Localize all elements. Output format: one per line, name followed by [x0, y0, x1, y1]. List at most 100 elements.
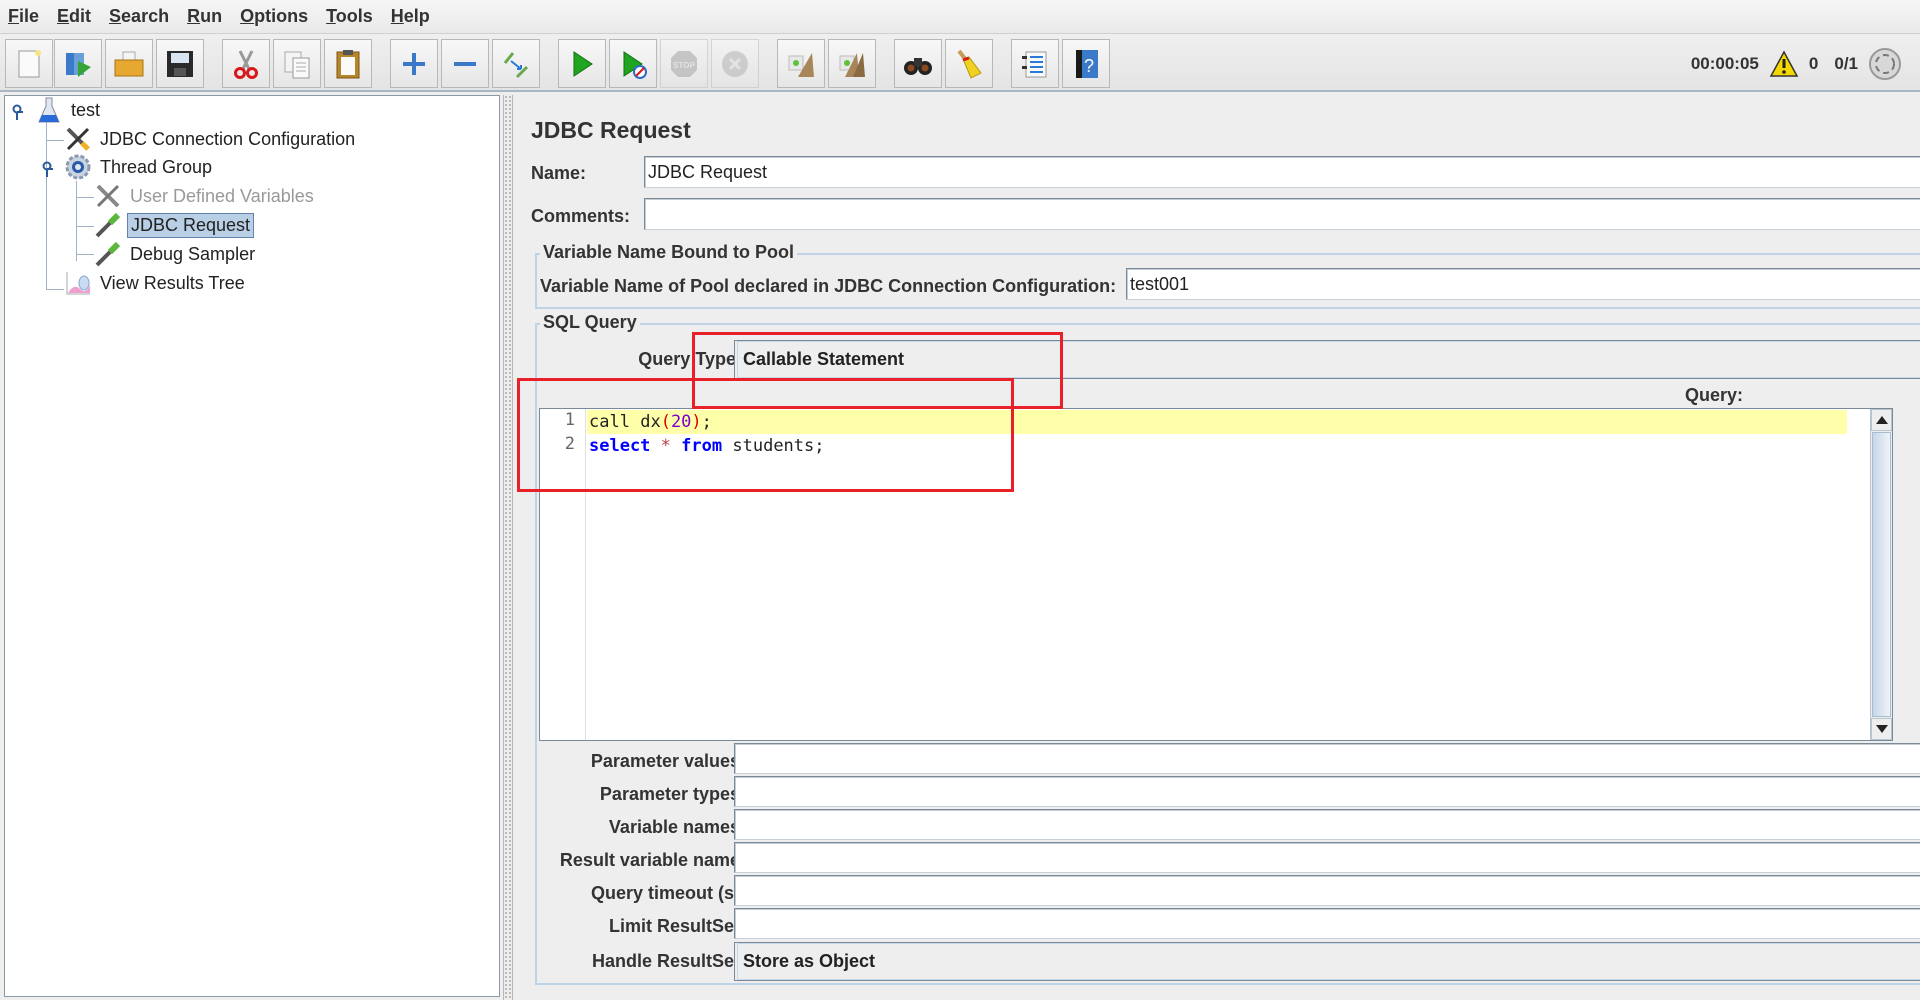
start-button[interactable]: [558, 39, 606, 88]
toggle-button[interactable]: [492, 39, 540, 88]
start-icon: [573, 50, 593, 77]
search-button[interactable]: [894, 39, 942, 88]
open-folder-icon: [114, 51, 144, 76]
help-button[interactable]: ?: [1062, 39, 1110, 88]
editor-vertical-scrollbar[interactable]: [1870, 409, 1892, 740]
menu-options-label: ptions: [254, 6, 309, 26]
tree-node-label: JDBC Connection Configuration: [100, 128, 356, 149]
test-plan-tree[interactable]: test JDBC Connection Configuration Threa…: [4, 95, 500, 997]
parameter-types-label: Parameter types:: [599, 784, 746, 804]
menu-run-mnemonic: R: [187, 6, 201, 26]
menu-tools[interactable]: Tools: [326, 4, 373, 29]
tree-node-user-defined-variables[interactable]: User Defined Variables: [94, 183, 317, 209]
sql-token: students: [732, 436, 815, 456]
copy-icon: [284, 51, 310, 78]
code-line-1[interactable]: call dx(20);: [587, 410, 1847, 434]
line-number: 1: [564, 410, 575, 430]
menu-tools-mnemonic: T: [326, 6, 336, 26]
templates-button[interactable]: [54, 39, 102, 88]
tree-line: [76, 197, 94, 198]
tree-line: [76, 226, 94, 227]
remote-status-icon: [1869, 48, 1901, 80]
result-variable-name-field[interactable]: [734, 842, 1920, 873]
cut-button[interactable]: [222, 39, 270, 88]
menu-file[interactable]: File: [8, 4, 39, 29]
scroll-thumb[interactable]: [1872, 432, 1891, 717]
active-threads: 0/1: [1834, 54, 1858, 73]
warning-icon[interactable]: [1769, 50, 1799, 78]
open-button[interactable]: [105, 39, 153, 88]
parameter-values-field[interactable]: [734, 743, 1920, 774]
name-label: Name:: [531, 163, 587, 183]
menu-help[interactable]: Help: [391, 4, 430, 29]
parameter-types-field[interactable]: [734, 776, 1920, 807]
menu-edit-mnemonic: E: [57, 6, 70, 26]
tree-node-view-results-tree[interactable]: View Results Tree: [64, 270, 248, 296]
sql-keyword: select: [589, 436, 651, 456]
tree-node-label: JDBC Request: [127, 212, 255, 238]
svg-text:?: ?: [1084, 56, 1094, 76]
config-tools-icon: [64, 125, 92, 153]
variable-names-field[interactable]: [734, 809, 1920, 840]
menu-file-mnemonic: F: [8, 6, 19, 26]
sql-paren: (: [660, 412, 671, 432]
stop-button[interactable]: STOP: [660, 39, 708, 88]
pool-variable-label: Variable Name of Pool declared in JDBC C…: [540, 276, 1117, 296]
svg-text:STOP: STOP: [673, 61, 695, 70]
expand-all-button[interactable]: [390, 39, 438, 88]
status-area: 00:00:05 0 0/1: [1691, 36, 1902, 92]
paste-icon: [336, 49, 360, 78]
code-line-2[interactable]: select * from students;: [587, 434, 1847, 458]
menu-edit[interactable]: Edit: [57, 4, 91, 29]
menu-options-mnemonic: O: [240, 6, 255, 26]
menu-run[interactable]: Run: [187, 4, 222, 29]
tree-node-jdbc-request[interactable]: JDBC Request: [94, 212, 255, 238]
save-icon: [167, 50, 193, 77]
function-helper-button[interactable]: [1011, 39, 1059, 88]
shutdown-button[interactable]: [711, 39, 759, 88]
handle-resultset-select[interactable]: Store as Object: [734, 942, 1920, 981]
menu-search-mnemonic: S: [109, 6, 122, 26]
tree-node-jdbc-connection-configuration[interactable]: JDBC Connection Configuration: [64, 126, 358, 152]
expand-handle-icon[interactable]: [11, 104, 23, 122]
comments-field[interactable]: [644, 198, 1920, 230]
sql-query-fieldset-legend: SQL Query: [540, 312, 640, 333]
elapsed-time: 00:00:05: [1690, 54, 1759, 73]
panel-splitter[interactable]: [503, 95, 513, 1000]
tree-node-thread-group[interactable]: Thread Group: [64, 154, 215, 180]
tree-node-debug-sampler[interactable]: Debug Sampler: [94, 241, 258, 267]
query-type-select[interactable]: Callable Statement: [734, 340, 1920, 379]
collapse-all-button[interactable]: [441, 39, 489, 88]
query-timeout-label: Query timeout (s):: [590, 883, 746, 903]
menu-options[interactable]: Options: [240, 4, 308, 29]
menu-search[interactable]: Search: [109, 4, 169, 29]
query-editor[interactable]: 1 2 call dx(20); select * from students;: [539, 408, 1893, 741]
start-no-pauses-icon: [623, 50, 647, 79]
config-tools-icon: [94, 182, 122, 210]
query-type-label: Query Type:: [638, 349, 742, 369]
chevron-down-icon: [1875, 725, 1888, 733]
query-timeout-field[interactable]: [734, 875, 1920, 906]
reset-search-button[interactable]: [945, 39, 993, 88]
name-field[interactable]: JDBC Request: [644, 156, 1920, 188]
tree-node-test[interactable]: test: [35, 97, 103, 123]
start-no-pauses-button[interactable]: [609, 39, 657, 88]
scroll-down-button[interactable]: [1871, 718, 1892, 740]
copy-button[interactable]: [273, 39, 321, 88]
scroll-up-button[interactable]: [1871, 409, 1892, 431]
paste-button[interactable]: [324, 39, 372, 88]
clear-button[interactable]: [777, 39, 825, 88]
clear-all-button[interactable]: [828, 39, 876, 88]
expand-handle-icon[interactable]: [41, 161, 53, 179]
tree-node-label: User Defined Variables: [130, 185, 314, 206]
new-button[interactable]: [5, 39, 53, 88]
tree-line: [46, 289, 64, 290]
pool-variable-field[interactable]: test001: [1126, 268, 1920, 300]
sql-token: dx: [640, 412, 661, 432]
sql-token: call: [589, 412, 630, 432]
save-button[interactable]: [156, 39, 204, 88]
limit-resultset-field[interactable]: [734, 908, 1920, 939]
sql-number: 20: [670, 412, 692, 432]
